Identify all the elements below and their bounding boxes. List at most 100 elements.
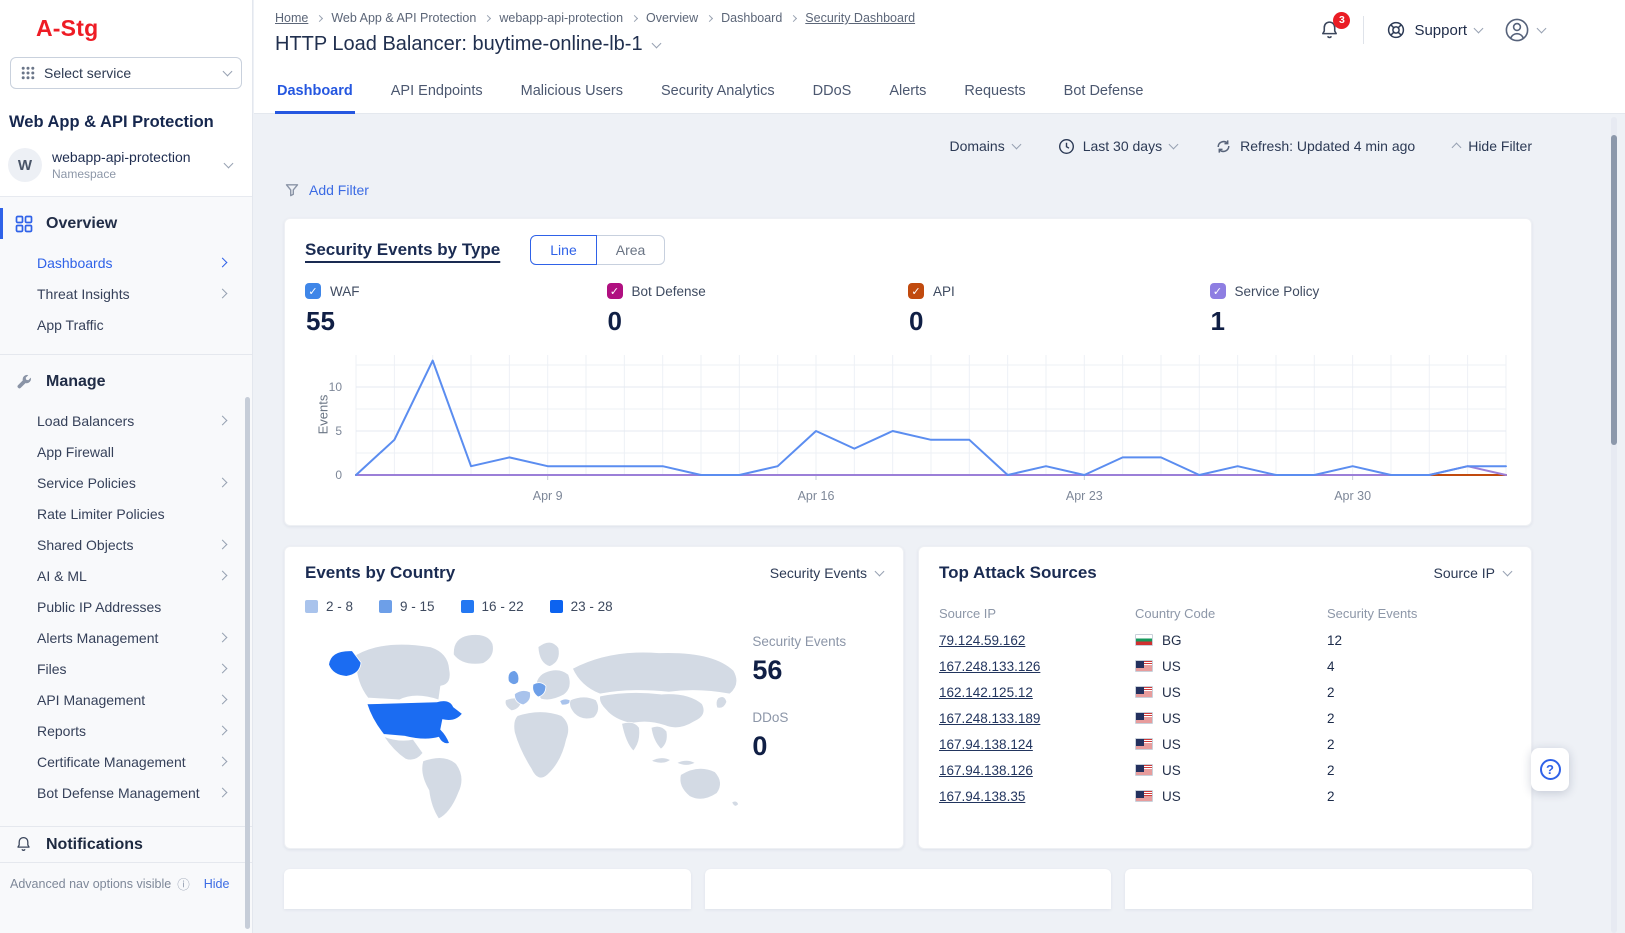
- account-menu[interactable]: [1504, 17, 1545, 43]
- notifications-bell-button[interactable]: 3: [1318, 19, 1341, 42]
- source-ip-link[interactable]: 167.94.138.126: [939, 763, 1033, 778]
- breadcrumb-link[interactable]: Overview: [646, 11, 698, 25]
- table-row: 167.248.133.189US2: [939, 705, 1511, 731]
- event-type-count: 1: [1211, 306, 1512, 337]
- country-code-cell: US: [1135, 763, 1327, 778]
- sidebar-scrollbar[interactable]: [245, 397, 250, 929]
- funnel-icon: [284, 182, 300, 198]
- sidebar-item-reports[interactable]: Reports: [0, 715, 252, 746]
- country-metric-dropdown[interactable]: Security Events: [770, 565, 883, 581]
- chevron-right-icon: [218, 788, 228, 798]
- country-code: BG: [1162, 633, 1182, 648]
- breadcrumb-link[interactable]: Dashboard: [721, 11, 782, 25]
- namespace-avatar: W: [8, 148, 42, 182]
- checkbox-api[interactable]: ✓: [908, 283, 924, 299]
- sidebar-item-shared-objects[interactable]: Shared Objects: [0, 529, 252, 560]
- source-ip-link[interactable]: 167.94.138.35: [939, 789, 1025, 804]
- info-icon: ⓘ: [177, 874, 190, 893]
- breadcrumb-separator: [631, 14, 638, 21]
- sidebar-item-api-management[interactable]: API Management: [0, 684, 252, 715]
- event-type-label: Bot Defense: [632, 284, 706, 299]
- support-label: Support: [1414, 22, 1467, 39]
- event-type-total-api: ✓API0: [908, 283, 1210, 337]
- nav-group-manage[interactable]: Manage: [0, 363, 252, 400]
- map-country-russia: [572, 652, 736, 694]
- flag-bg-icon: [1135, 634, 1153, 646]
- support-menu[interactable]: Support: [1386, 20, 1482, 40]
- hide-advanced-nav-link[interactable]: Hide: [204, 877, 230, 891]
- breadcrumb-link[interactable]: Web App & API Protection: [331, 11, 476, 25]
- source-ip-link[interactable]: 167.248.133.126: [939, 659, 1040, 674]
- sidebar-item-rate-limiter-policies[interactable]: Rate Limiter Policies: [0, 498, 252, 529]
- sidebar-item-notifications[interactable]: Notifications: [0, 826, 252, 862]
- tab-api-endpoints[interactable]: API Endpoints: [389, 83, 485, 114]
- country-code: US: [1162, 789, 1181, 804]
- checkbox-service-policy[interactable]: ✓: [1210, 283, 1226, 299]
- breadcrumb-separator: [790, 14, 797, 21]
- tab-dashboard[interactable]: Dashboard: [275, 83, 355, 114]
- help-button[interactable]: ?: [1531, 748, 1569, 791]
- breadcrumb-link[interactable]: Home: [275, 11, 308, 25]
- sidebar-item-ai-ml[interactable]: AI & ML: [0, 560, 252, 591]
- time-range-dropdown[interactable]: Last 30 days: [1058, 138, 1177, 155]
- line-toggle-button[interactable]: Line: [530, 235, 596, 265]
- tab-bot-defense[interactable]: Bot Defense: [1062, 83, 1146, 114]
- chevron-down-icon: [1011, 140, 1021, 150]
- tab-alerts[interactable]: Alerts: [887, 83, 928, 114]
- country-metric-label: Security Events: [770, 565, 867, 581]
- breadcrumb-separator: [706, 14, 713, 21]
- notification-count-badge: 3: [1333, 12, 1350, 29]
- sidebar-item-files[interactable]: Files: [0, 653, 252, 684]
- source-ip-link[interactable]: 79.124.59.162: [939, 633, 1025, 648]
- checkbox-bot-defense[interactable]: ✓: [607, 283, 623, 299]
- area-toggle-button[interactable]: Area: [597, 235, 666, 265]
- top-attack-sources-card: Top Attack Sources Source IP Source IPCo…: [918, 546, 1532, 849]
- breadcrumb-link[interactable]: Security Dashboard: [805, 11, 915, 25]
- sidebar-item-dashboards[interactable]: Dashboards: [0, 247, 252, 278]
- namespace-selector[interactable]: W webapp-api-protection Namespace: [6, 146, 246, 184]
- source-ip-link[interactable]: 167.94.138.124: [939, 737, 1033, 752]
- chevron-right-icon: [218, 695, 228, 705]
- checkbox-waf[interactable]: ✓: [305, 283, 321, 299]
- chevron-right-icon: [218, 664, 228, 674]
- chevron-down-icon: [223, 67, 233, 77]
- add-filter-button[interactable]: Add Filter: [284, 182, 1532, 198]
- sidebar-item-alerts-management[interactable]: Alerts Management: [0, 622, 252, 653]
- sidebar-item-public-ip-addresses[interactable]: Public IP Addresses: [0, 591, 252, 622]
- tab-requests[interactable]: Requests: [962, 83, 1027, 114]
- country-code-cell: US: [1135, 685, 1327, 700]
- sidebar-item-threat-insights[interactable]: Threat Insights: [0, 278, 252, 309]
- sidebar-item-service-policies[interactable]: Service Policies: [0, 467, 252, 498]
- table-row: 79.124.59.162BG12: [939, 627, 1511, 653]
- tab-security-analytics[interactable]: Security Analytics: [659, 83, 777, 114]
- security-events-count: 2: [1327, 711, 1511, 726]
- nav-item-label: AI & ML: [37, 568, 87, 584]
- flag-us-icon: [1135, 712, 1153, 724]
- security-events-card-title[interactable]: Security Events by Type: [305, 240, 500, 260]
- source-ip-link[interactable]: 167.248.133.189: [939, 711, 1040, 726]
- source-ip-link[interactable]: 162.142.125.12: [939, 685, 1033, 700]
- sidebar-item-app-firewall[interactable]: App Firewall: [0, 436, 252, 467]
- legend-bucket: 2 - 8: [305, 599, 353, 614]
- refresh-button[interactable]: Refresh: Updated 4 min ago: [1215, 138, 1415, 155]
- clock-icon: [1058, 138, 1075, 155]
- hide-filter-button[interactable]: Hide Filter: [1453, 138, 1532, 154]
- main-scrollbar-thumb[interactable]: [1611, 135, 1617, 445]
- attack-source-group-dropdown[interactable]: Source IP: [1434, 565, 1511, 581]
- chevron-down-icon: [1537, 24, 1547, 34]
- sidebar-item-certificate-management[interactable]: Certificate Management: [0, 746, 252, 777]
- sidebar-item-app-traffic[interactable]: App Traffic: [0, 309, 252, 340]
- title-chevron-down-icon[interactable]: [651, 38, 661, 48]
- main-scrollbar[interactable]: [1611, 117, 1617, 933]
- nav-group-overview[interactable]: Overview: [0, 205, 252, 242]
- sidebar-item-load-balancers[interactable]: Load Balancers: [0, 405, 252, 436]
- tab-ddos[interactable]: DDoS: [811, 83, 854, 114]
- security-events-count: 2: [1327, 685, 1511, 700]
- tab-malicious-users[interactable]: Malicious Users: [519, 83, 625, 114]
- sidebar-item-bot-defense-management[interactable]: Bot Defense Management: [0, 777, 252, 808]
- question-icon: ?: [1540, 759, 1561, 780]
- breadcrumb-link[interactable]: webapp-api-protection: [499, 11, 623, 25]
- flag-us-icon: [1135, 686, 1153, 698]
- select-service-dropdown[interactable]: Select service: [10, 57, 242, 89]
- domains-dropdown[interactable]: Domains: [949, 138, 1019, 154]
